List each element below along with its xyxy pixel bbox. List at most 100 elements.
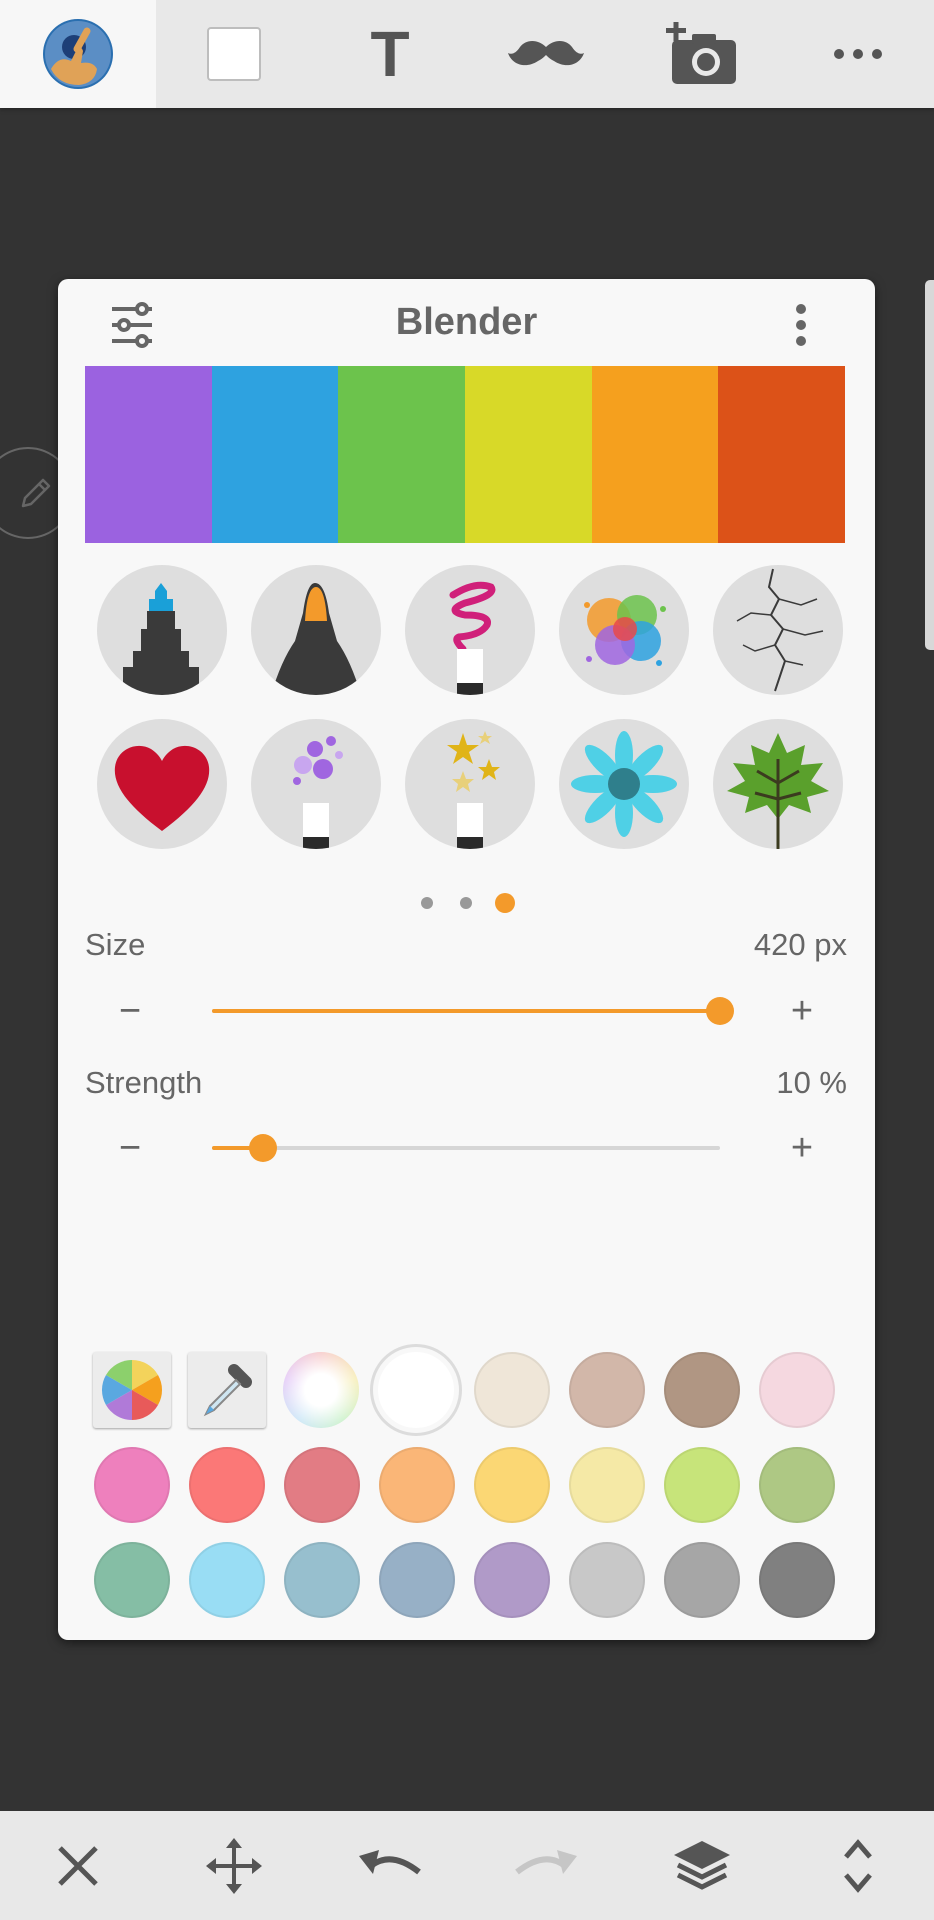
text-button[interactable]: T (312, 0, 468, 108)
shape-button[interactable] (156, 0, 312, 108)
color-swatch[interactable] (664, 1542, 740, 1618)
redo-icon (515, 1849, 577, 1874)
crack-icon (736, 568, 824, 692)
move-icon (206, 1837, 262, 1894)
mustache-sticker-icon (508, 41, 584, 66)
vertical-more-icon (796, 304, 806, 346)
size-increase-button[interactable]: + (772, 981, 832, 1041)
color-swatch[interactable] (189, 1542, 265, 1618)
brush-preview-strip[interactable] (85, 366, 846, 543)
color-swatch[interactable] (94, 1542, 170, 1618)
undo-button[interactable] (312, 1811, 468, 1920)
size-slider-track[interactable] (212, 997, 734, 1025)
brush-tool-button[interactable] (0, 0, 156, 108)
redo-button (468, 1811, 624, 1920)
layers-icon (674, 1840, 730, 1890)
strength-slider-row: − + (58, 1118, 875, 1178)
strength-slider-track[interactable] (212, 1134, 720, 1162)
panel-title: Blender (395, 301, 538, 343)
rainbow-swatch[interactable] (283, 1352, 359, 1428)
size-value: 420 px (753, 927, 847, 962)
color-swatch[interactable] (94, 1447, 170, 1523)
white-swatch-selected[interactable] (378, 1352, 454, 1428)
page-dot[interactable] (421, 897, 433, 909)
color-swatch[interactable] (474, 1352, 550, 1428)
strength-slider-thumb[interactable] (248, 1134, 277, 1162)
size-slider-thumb[interactable] (706, 997, 734, 1025)
squiggle-icon (449, 581, 496, 695)
expand-icon (844, 1838, 872, 1893)
leaf-stamp-brush[interactable] (713, 719, 843, 849)
felt-pen-icon (271, 583, 361, 695)
flower-icon (571, 731, 677, 837)
eyedropper-icon (203, 1364, 252, 1417)
shape-icon (207, 27, 261, 81)
flower-stamp-brush[interactable] (559, 719, 689, 849)
color-swatch[interactable] (379, 1542, 455, 1618)
layers-button[interactable] (624, 1811, 780, 1920)
color-swatch[interactable] (569, 1352, 645, 1428)
crack-brush[interactable] (713, 565, 843, 695)
strength-label: Strength (85, 1065, 203, 1100)
undo-icon (359, 1849, 421, 1874)
strength-increase-button[interactable]: + (772, 1118, 832, 1178)
color-swatch[interactable] (189, 1447, 265, 1523)
bubbles-icon (293, 736, 343, 849)
brush-tool-icon (43, 19, 113, 89)
gradient-band (465, 366, 592, 543)
add-photo-button[interactable] (624, 0, 780, 108)
panel-menu-button[interactable] (786, 299, 816, 351)
marker-tip-brush[interactable] (97, 565, 227, 695)
text-icon: T (370, 18, 410, 90)
pencil-icon (21, 478, 51, 508)
leaf-icon (727, 733, 829, 849)
color-swatch[interactable] (569, 1447, 645, 1523)
sticker-button[interactable] (468, 0, 624, 108)
add-photo-icon (666, 22, 736, 84)
stars-icon (447, 731, 500, 849)
squiggle-brush[interactable] (405, 565, 535, 695)
color-wheel-icon (101, 1360, 163, 1420)
move-button[interactable] (156, 1811, 312, 1920)
stars-brush[interactable] (405, 719, 535, 849)
page-dot-active[interactable] (495, 893, 515, 913)
color-swatch[interactable] (759, 1352, 835, 1428)
color-swatch[interactable] (569, 1542, 645, 1618)
color-swatch[interactable] (664, 1447, 740, 1523)
color-wheel-button[interactable] (93, 1352, 171, 1428)
gradient-band (338, 366, 466, 543)
bottom-toolbar (0, 1811, 934, 1920)
gradient-band (85, 366, 212, 543)
size-decrease-button[interactable]: − (100, 981, 160, 1041)
color-swatch[interactable] (474, 1542, 550, 1618)
expand-button[interactable] (780, 1811, 934, 1920)
color-swatch[interactable] (379, 1447, 455, 1523)
more-icon (834, 49, 882, 59)
more-options-button[interactable] (780, 0, 934, 108)
color-swatch[interactable] (284, 1447, 360, 1523)
strength-value: 10 % (776, 1065, 847, 1100)
brush-panel: Blender Size 420 px − + Strength 10 % − … (58, 279, 875, 1640)
brush-pager (58, 891, 875, 915)
page-dot[interactable] (460, 897, 472, 909)
felt-pen-brush[interactable] (251, 565, 381, 695)
size-label: Size (85, 927, 146, 962)
gradient-band (591, 366, 719, 543)
size-slider-row: − + (58, 981, 875, 1041)
canvas-scrollbar[interactable] (925, 280, 934, 650)
color-swatch[interactable] (474, 1447, 550, 1523)
color-splash-icon (584, 595, 666, 666)
color-swatch[interactable] (759, 1447, 835, 1523)
gradient-band (718, 366, 846, 543)
color-swatch[interactable] (759, 1542, 835, 1618)
color-swatch[interactable] (284, 1542, 360, 1618)
eyedropper-button[interactable] (188, 1352, 266, 1428)
heart-stamp-brush[interactable] (97, 719, 227, 849)
color-splash-brush[interactable] (559, 565, 689, 695)
strength-decrease-button[interactable]: − (100, 1118, 160, 1178)
color-swatch[interactable] (664, 1352, 740, 1428)
heart-icon (114, 745, 210, 831)
close-button[interactable] (0, 1811, 156, 1920)
marker-tip-icon (123, 583, 199, 695)
bubbles-brush[interactable] (251, 719, 381, 849)
